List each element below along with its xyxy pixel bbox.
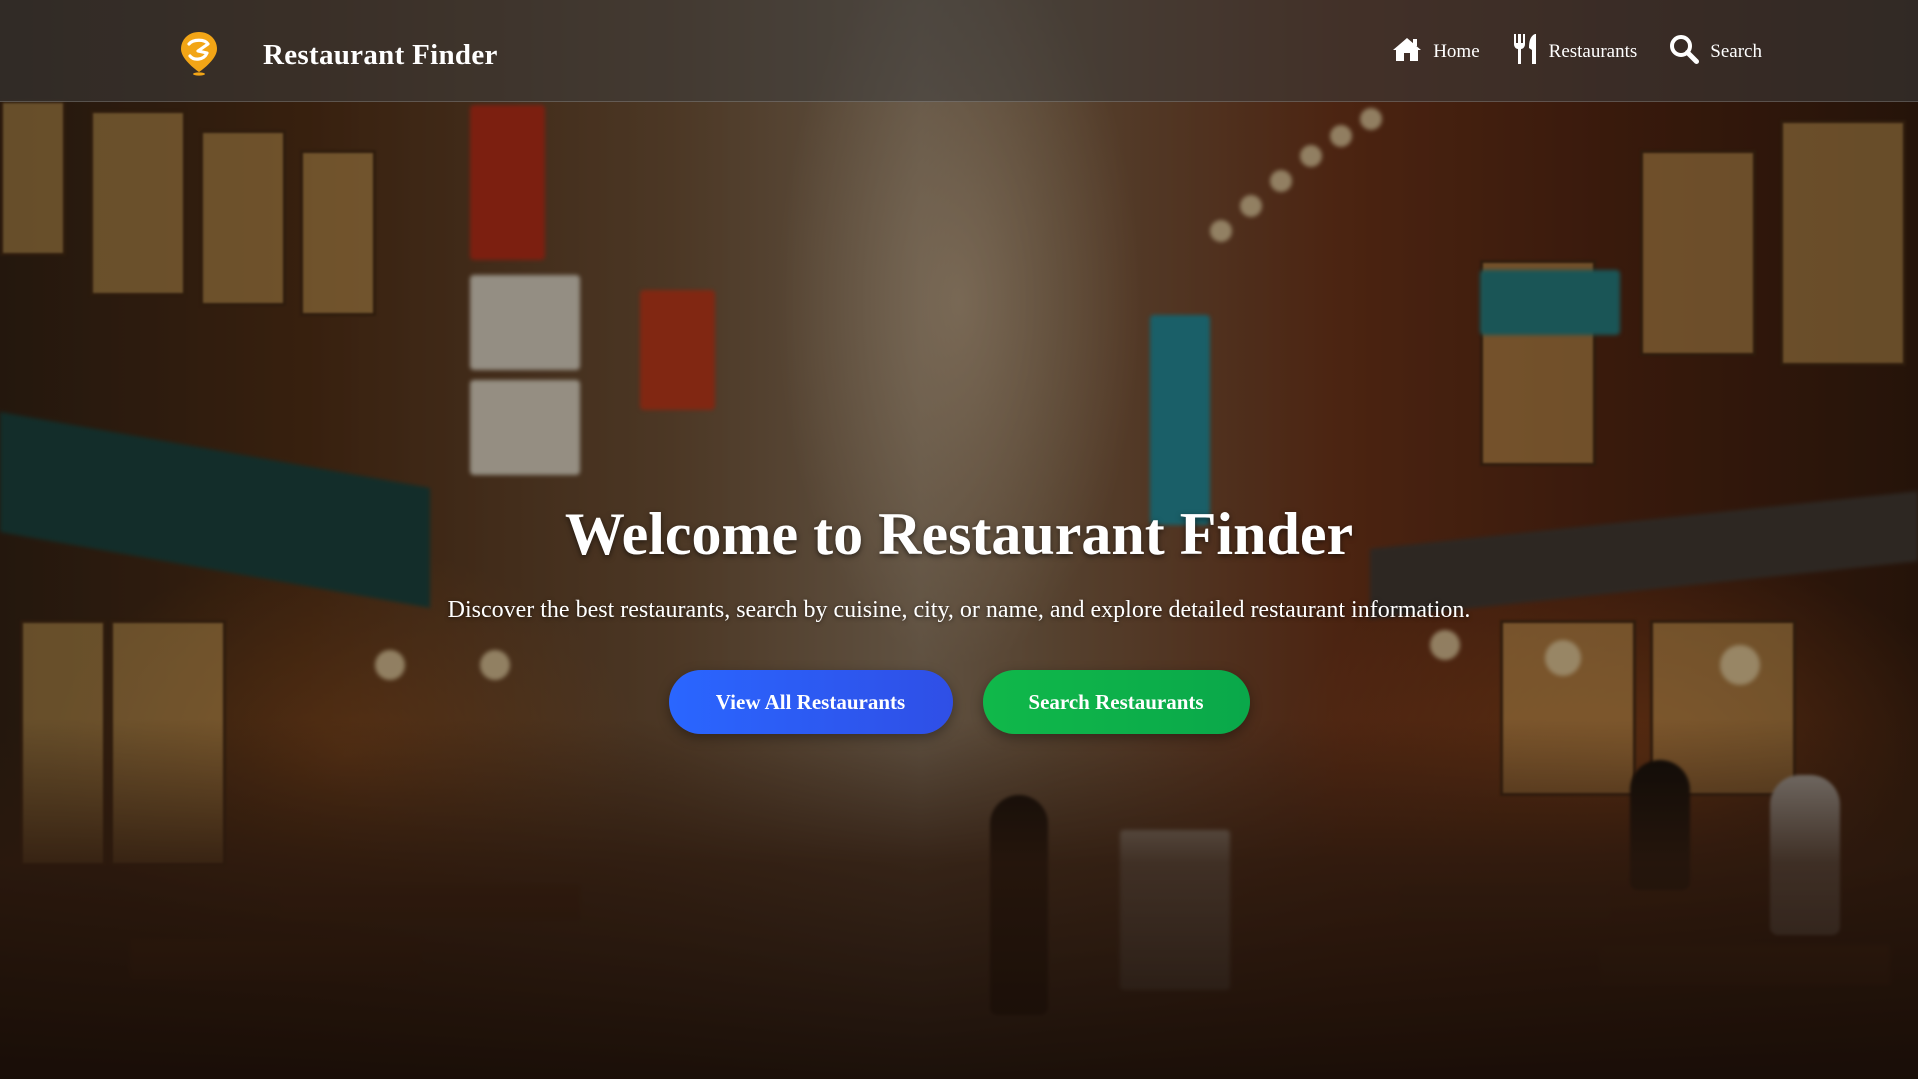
search-icon: [1669, 34, 1710, 70]
nav-restaurants[interactable]: Restaurants: [1512, 33, 1638, 71]
brand-name: Restaurant Finder: [263, 39, 498, 71]
search-restaurants-button[interactable]: Search Restaurants: [982, 670, 1250, 734]
brand[interactable]: Restaurant Finder: [178, 30, 498, 81]
nav-search-label: Search: [1710, 41, 1762, 62]
navbar: Restaurant Finder Home Restaurants Searc…: [0, 0, 1918, 102]
nav-search[interactable]: Search: [1669, 34, 1762, 70]
utensils-icon: [1512, 33, 1549, 71]
page: Restaurant Finder Home Restaurants Searc…: [0, 0, 1918, 1079]
pin-logo-icon: [178, 30, 220, 81]
hero-title: Welcome to Restaurant Finder: [564, 501, 1354, 567]
hero-subtitle: Discover the best restaurants, search by…: [447, 597, 1471, 623]
nav-home[interactable]: Home: [1392, 36, 1480, 68]
main-nav: Home Restaurants Search: [1360, 33, 1762, 71]
hero-buttons: View All Restaurants Search Restaurants: [0, 670, 1918, 734]
view-all-restaurants-button[interactable]: View All Restaurants: [668, 670, 953, 734]
nav-restaurants-label: Restaurants: [1548, 41, 1638, 62]
home-icon: [1392, 36, 1433, 68]
nav-home-label: Home: [1433, 41, 1480, 62]
